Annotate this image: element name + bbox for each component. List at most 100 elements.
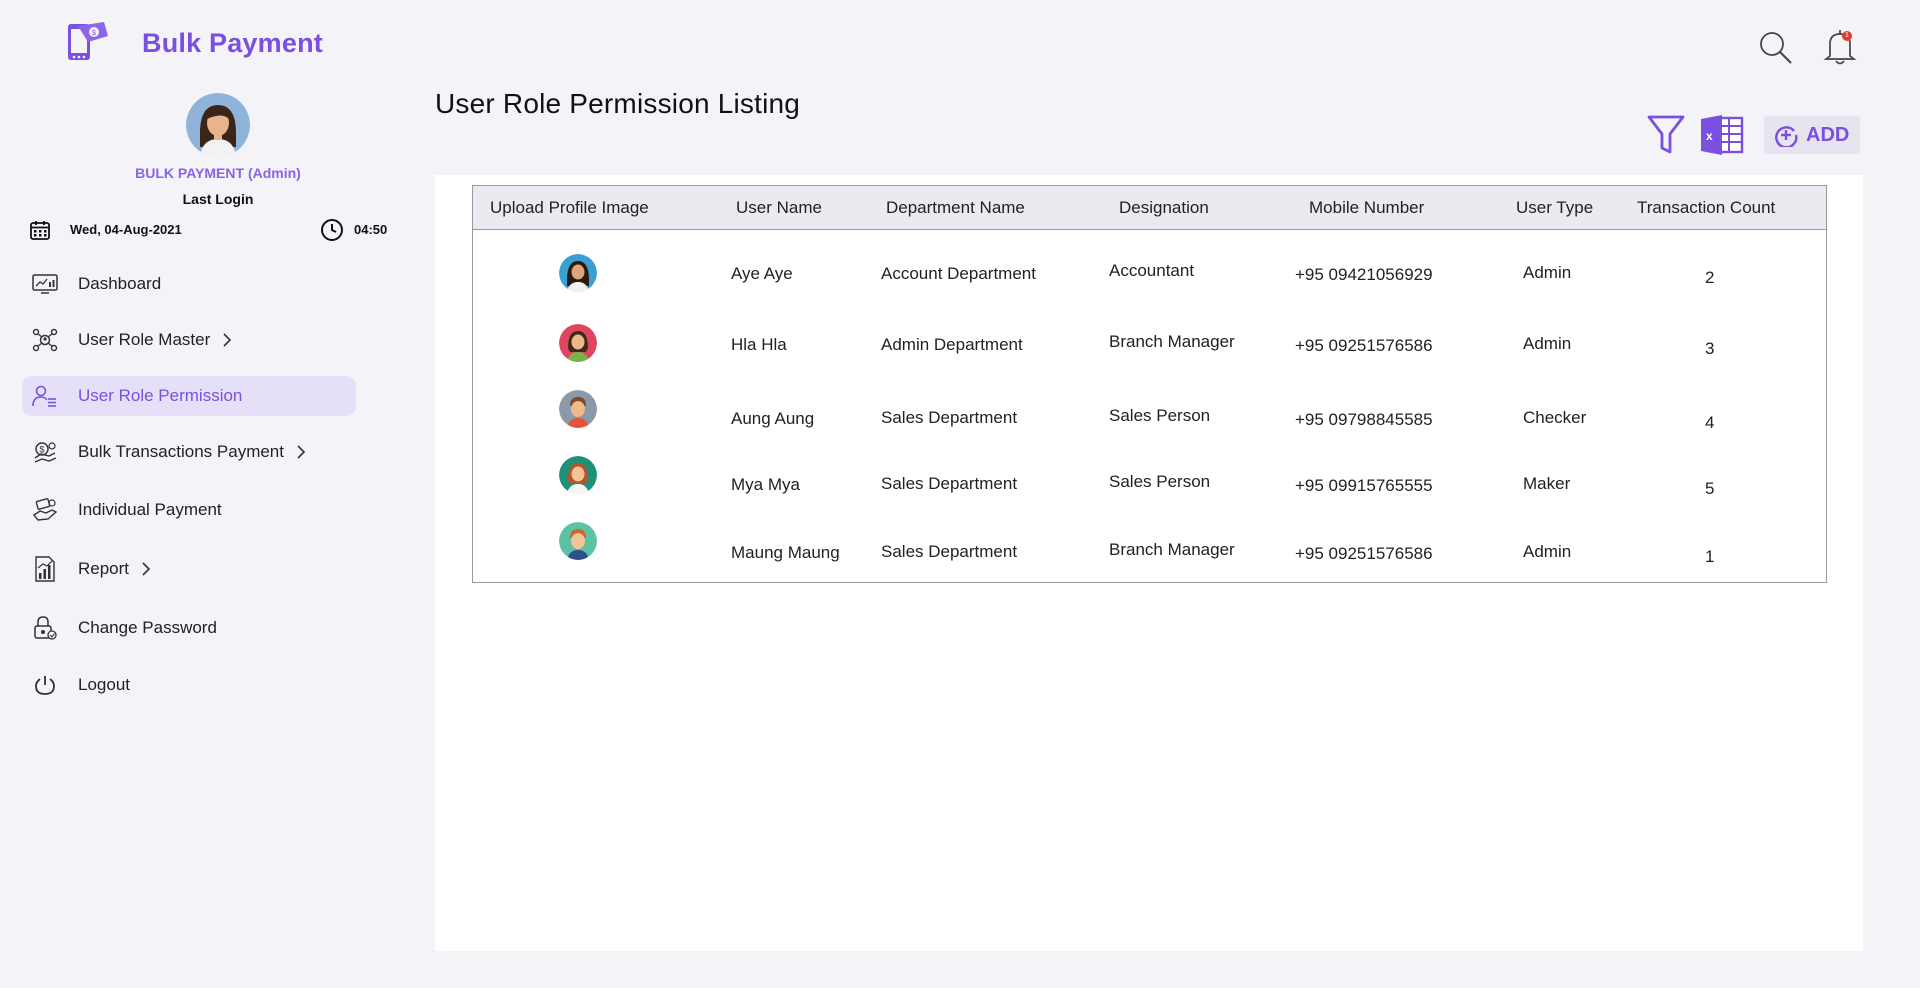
svg-text:$: $: [40, 445, 45, 455]
bell-icon[interactable]: [1822, 28, 1858, 66]
last-login-label: Last Login: [182, 191, 254, 207]
table-row[interactable]: Aye Aye Account Department Accountant +9…: [473, 250, 1826, 320]
app-title: Bulk Payment: [142, 27, 323, 58]
last-login-time: 04:50: [354, 222, 388, 237]
sidebar-item-label: Dashboard: [78, 274, 162, 293]
cell-mobile: +95 09421056929: [1295, 265, 1433, 284]
table-header: Upload Profile Image User Name Departmen…: [473, 186, 1826, 230]
cell-user-name: Maung Maung: [731, 543, 840, 562]
cell-mobile: +95 09251576586: [1295, 336, 1433, 355]
cell-designation: Sales Person: [1109, 406, 1211, 425]
sidebar-item-user-role-permission[interactable]: User Role Permission: [22, 376, 356, 416]
column-header-user-name[interactable]: User Name: [736, 198, 822, 218]
column-header-upload-profile-image[interactable]: Upload Profile Image: [490, 198, 649, 218]
report-icon: [32, 556, 58, 582]
cell-designation: Branch Manager: [1109, 540, 1235, 559]
female-avatar-2: [559, 324, 597, 362]
cell-transaction-count: 2: [1705, 268, 1715, 287]
male-avatar-2: [559, 522, 597, 560]
cell-user-type: Checker: [1523, 408, 1587, 427]
user-permission-icon: [32, 383, 58, 409]
sidebar-item-bulk-transactions-payment[interactable]: $ Bulk Transactions Payment: [22, 432, 356, 472]
sidebar-item-report[interactable]: Report: [22, 549, 356, 589]
add-button-label: ADD: [1806, 123, 1850, 146]
column-header-mobile-number[interactable]: Mobile Number: [1309, 198, 1424, 218]
table-row[interactable]: Aung Aung Sales Department Sales Person …: [473, 386, 1826, 456]
table-row[interactable]: Mya Mya Sales Department Sales Person +9…: [473, 452, 1826, 522]
sidebar-item-user-role-master[interactable]: User Role Master: [22, 320, 356, 360]
column-header-user-type[interactable]: User Type: [1516, 198, 1593, 218]
cell-user-name: Aung Aung: [731, 409, 815, 428]
cell-user-name: Mya Mya: [731, 475, 800, 494]
mobile-payment-logo-icon: $: [68, 22, 108, 60]
cell-transaction-count: 5: [1705, 479, 1715, 498]
dashboard-icon: [32, 271, 58, 297]
svg-text:$: $: [92, 30, 96, 37]
column-header-transaction-count[interactable]: Transaction Count: [1637, 198, 1775, 218]
cell-user-type: Admin: [1523, 334, 1572, 353]
cell-designation: Sales Person: [1109, 472, 1211, 491]
user-permission-table: Upload Profile Image User Name Departmen…: [472, 185, 1827, 583]
search-icon[interactable]: [1758, 30, 1794, 66]
column-header-department-name[interactable]: Department Name: [886, 198, 1025, 218]
sidebar-item-label: User Role Permission: [78, 386, 243, 405]
cell-department: Admin Department: [881, 335, 1023, 354]
cell-department: Sales Department: [881, 542, 1018, 561]
clock-icon: [321, 219, 343, 241]
female-avatar-1: [559, 254, 597, 292]
sidebar-item-label: Change Password: [78, 618, 217, 637]
cell-designation: Accountant: [1109, 261, 1195, 280]
toolbar: x ADD: [1646, 114, 1860, 156]
cell-transaction-count: 4: [1705, 413, 1715, 432]
last-login-date: Wed, 04-Aug-2021: [70, 222, 182, 237]
table-row[interactable]: Maung Maung Sales Department Branch Mana…: [473, 518, 1826, 588]
sidebar-item-label: Report: [78, 559, 130, 578]
content-panel: Upload Profile Image User Name Departmen…: [435, 175, 1863, 951]
excel-icon[interactable]: x: [1700, 115, 1744, 155]
last-login-info: Wed, 04-Aug-2021 04:50: [30, 218, 387, 242]
cell-mobile: +95 09251576586: [1295, 544, 1433, 563]
cell-user-type: Admin: [1523, 542, 1572, 561]
lock-icon: [32, 615, 58, 641]
sidebar-item-individual-payment[interactable]: Individual Payment: [22, 490, 356, 530]
cell-transaction-count: 3: [1705, 339, 1715, 358]
add-circle-icon: [1775, 126, 1798, 147]
user-profile: BULK PAYMENT (Admin) Last Login: [0, 93, 436, 207]
sidebar-item-label: Bulk Transactions Payment: [78, 442, 284, 461]
cell-user-name: Aye Aye: [731, 264, 793, 283]
cell-department: Sales Department: [881, 474, 1018, 493]
cell-department: Sales Department: [881, 408, 1018, 427]
sidebar-item-change-password[interactable]: Change Password: [22, 608, 356, 648]
male-avatar-1: [559, 390, 597, 428]
cell-designation: Branch Manager: [1109, 332, 1235, 351]
add-button[interactable]: ADD: [1764, 116, 1860, 154]
sidebar-item-dashboard[interactable]: Dashboard: [22, 264, 356, 304]
filter-icon[interactable]: [1646, 114, 1686, 156]
sidebar-item-label: Logout: [78, 675, 130, 694]
cell-transaction-count: 1: [1705, 547, 1715, 566]
page-title: User Role Permission Listing: [435, 88, 801, 119]
user-role-master-icon: [32, 327, 58, 353]
chevron-right-icon: [223, 333, 232, 347]
svg-text:x: x: [1706, 129, 1713, 143]
calendar-icon: [30, 221, 50, 240]
cell-user-type: Maker: [1523, 474, 1571, 493]
chevron-right-icon: [142, 562, 151, 576]
table-row[interactable]: Hla Hla Admin Department Branch Manager …: [473, 320, 1826, 390]
cell-mobile: +95 09915765555: [1295, 476, 1433, 495]
cell-mobile: +95 09798845585: [1295, 410, 1433, 429]
individual-payment-icon: [32, 497, 58, 523]
avatar[interactable]: [186, 93, 250, 157]
cell-user-name: Hla Hla: [731, 335, 787, 354]
sidebar-nav: Dashboard User Role Master User Role Per…: [22, 264, 356, 705]
cell-department: Account Department: [881, 264, 1036, 283]
sidebar-item-label: User Role Master: [78, 330, 211, 349]
female-avatar-3: [559, 456, 597, 494]
sidebar-item-label: Individual Payment: [78, 500, 222, 519]
bulk-transactions-icon: $: [32, 439, 58, 465]
sidebar: $ Bulk Payment BULK PAYMENT (Admin) Last…: [0, 0, 387, 988]
brand[interactable]: $ Bulk Payment: [64, 20, 323, 66]
sidebar-item-logout[interactable]: Logout: [22, 665, 356, 705]
column-header-designation[interactable]: Designation: [1119, 198, 1209, 218]
cell-user-type: Admin: [1523, 263, 1572, 282]
